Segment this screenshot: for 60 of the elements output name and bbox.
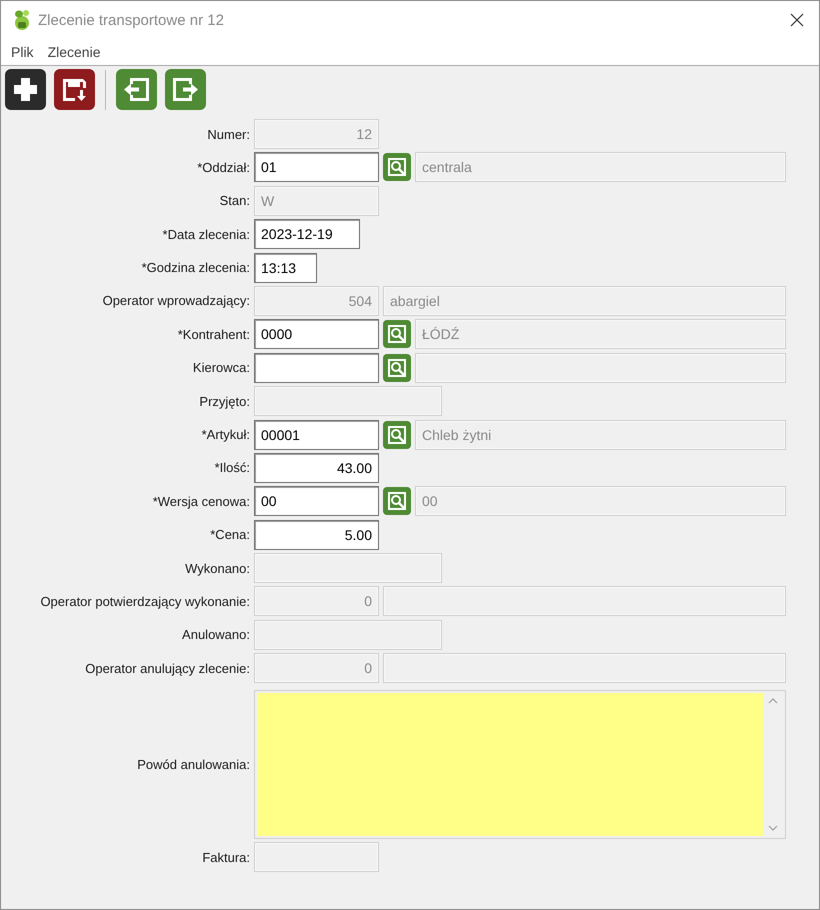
close-icon	[789, 12, 805, 28]
close-button[interactable]	[789, 12, 805, 28]
menu-item[interactable]: Zlecenie	[40, 44, 108, 60]
save-button[interactable]	[54, 69, 95, 110]
field-label: *Godzina zlecenia:	[140, 260, 250, 276]
search-icon	[386, 156, 408, 178]
search-icon	[386, 490, 408, 512]
new-button[interactable]	[5, 69, 46, 110]
lookup-button[interactable]	[383, 354, 411, 382]
input-field[interactable]: 01	[254, 152, 379, 182]
field-label: *Ilość:	[214, 460, 250, 476]
field-label: Anulowano:	[181, 627, 250, 642]
input-field[interactable]: 0000	[254, 319, 379, 350]
readonly-field: abargiel	[383, 286, 786, 316]
input-field[interactable]: 43.00	[254, 452, 379, 483]
readonly-field: Chleb żytni	[415, 420, 786, 450]
field-label: *Oddział:	[196, 160, 250, 175]
readonly-field: ŁÓDŹ	[415, 319, 786, 350]
readonly-field: 504	[254, 286, 379, 316]
lookup-button[interactable]	[383, 487, 411, 516]
search-icon	[386, 323, 408, 346]
readonly-field: centrala	[415, 152, 786, 182]
readonly-field: 0	[254, 653, 379, 684]
app-icon	[12, 9, 32, 31]
field-label: *Artykuł:	[200, 427, 250, 442]
search-icon	[386, 424, 408, 446]
search-icon	[386, 356, 408, 379]
readonly-field: 0	[254, 586, 379, 616]
input-field[interactable]	[254, 352, 379, 383]
field-label: Powód anulowania:	[136, 756, 250, 772]
field-label: *Kontrahent:	[176, 326, 250, 342]
menu-item[interactable]: Plik	[4, 44, 41, 60]
field-label: *Cena:	[209, 527, 250, 542]
field-label: *Data zlecenia:	[162, 226, 250, 242]
field-label: Faktura:	[201, 850, 250, 865]
field-label: Operator anulujący zlecenie:	[84, 660, 250, 676]
field-label: Operator wprowadzający:	[102, 293, 250, 308]
field-label: *Wersja cenowa:	[152, 494, 250, 509]
field-label: Operator potwierdzający wykonanie:	[39, 594, 250, 609]
scroll-down-icon[interactable]	[768, 824, 778, 832]
field-label: Numer:	[206, 126, 250, 142]
lookup-button[interactable]	[383, 420, 411, 449]
field-label: Przyjęto:	[198, 394, 250, 409]
input-field[interactable]: 5.00	[254, 520, 379, 550]
next-button[interactable]	[165, 69, 206, 110]
input-field[interactable]: 00001	[254, 420, 379, 450]
window-title: Zlecenie transportowe nr 12	[38, 12, 225, 28]
input-field[interactable]: 13:13	[254, 252, 317, 283]
field-label: Wykonano:	[184, 560, 250, 576]
previous-button[interactable]	[116, 69, 157, 110]
readonly-field: W	[254, 186, 379, 216]
lookup-button[interactable]	[383, 153, 411, 182]
lookup-button[interactable]	[383, 320, 411, 348]
field-label: Kierowca:	[192, 360, 250, 376]
readonly-field: 12	[254, 119, 379, 149]
input-field[interactable]: 2023-12-19	[254, 219, 360, 250]
readonly-field: 00	[415, 486, 786, 516]
scroll-up-icon[interactable]	[768, 696, 778, 704]
field-label: Stan:	[218, 193, 250, 208]
input-field[interactable]: 00	[254, 486, 379, 516]
